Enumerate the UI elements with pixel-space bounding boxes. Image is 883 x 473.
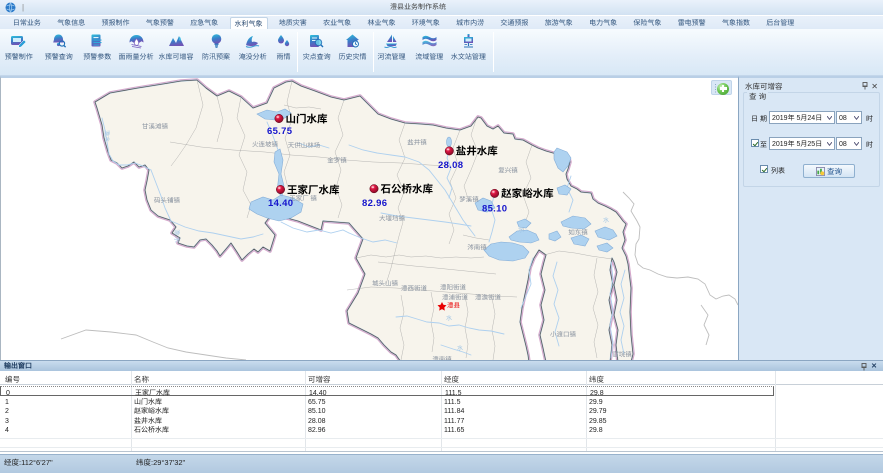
- svg-text:甘溪滩镇: 甘溪滩镇: [142, 121, 169, 131]
- svg-text:小渡口镇: 小渡口镇: [550, 329, 577, 339]
- svg-text:水: 水: [457, 343, 463, 352]
- svg-text:火连坡镇: 火连坡镇: [252, 139, 279, 149]
- svg-text:澧阳街道: 澧阳街道: [440, 282, 467, 292]
- svg-text:如东镇: 如东镇: [568, 227, 588, 237]
- svg-text:澧县: 澧县: [447, 300, 461, 310]
- svg-text:82.96: 82.96: [362, 198, 387, 209]
- svg-text:复兴镇: 复兴镇: [498, 165, 518, 175]
- svg-text:码头铺镇: 码头铺镇: [154, 195, 181, 205]
- svg-text:城头山镇: 城头山镇: [372, 278, 399, 288]
- svg-text:天供山林场: 天供山林场: [288, 140, 321, 150]
- svg-text:石公桥水库: 石公桥水库: [381, 182, 434, 197]
- svg-text:梦溪镇: 梦溪镇: [459, 194, 479, 204]
- svg-text:王家厂水库: 王家厂水库: [287, 182, 340, 197]
- svg-text:赵家峪水库: 赵家峪水库: [501, 186, 554, 201]
- svg-text:盐井水库: 盐井水库: [456, 144, 498, 159]
- svg-text:官垸镇: 官垸镇: [612, 349, 632, 359]
- svg-text:14.40: 14.40: [268, 198, 293, 209]
- svg-text:水: 水: [446, 313, 452, 322]
- svg-text:澹 水: 澹 水: [173, 229, 182, 243]
- svg-text:大堰垱镇: 大堰垱镇: [379, 213, 406, 223]
- svg-text:涔南镇: 涔南镇: [467, 242, 487, 252]
- svg-text:山门水库: 山门水库: [286, 111, 328, 126]
- svg-text:澧西街道: 澧西街道: [401, 283, 428, 293]
- svg-text:澧澹街道: 澧澹街道: [475, 292, 502, 302]
- svg-text:盐井镇: 盐井镇: [407, 137, 427, 147]
- svg-text:85.10: 85.10: [482, 204, 507, 215]
- svg-text:水: 水: [603, 215, 609, 224]
- svg-text:澹水: 澹水: [103, 130, 112, 142]
- svg-text:金罗镇: 金罗镇: [327, 155, 347, 165]
- svg-text:65.75: 65.75: [267, 126, 293, 137]
- svg-text:水: 水: [518, 225, 524, 234]
- svg-text:28.08: 28.08: [438, 160, 463, 171]
